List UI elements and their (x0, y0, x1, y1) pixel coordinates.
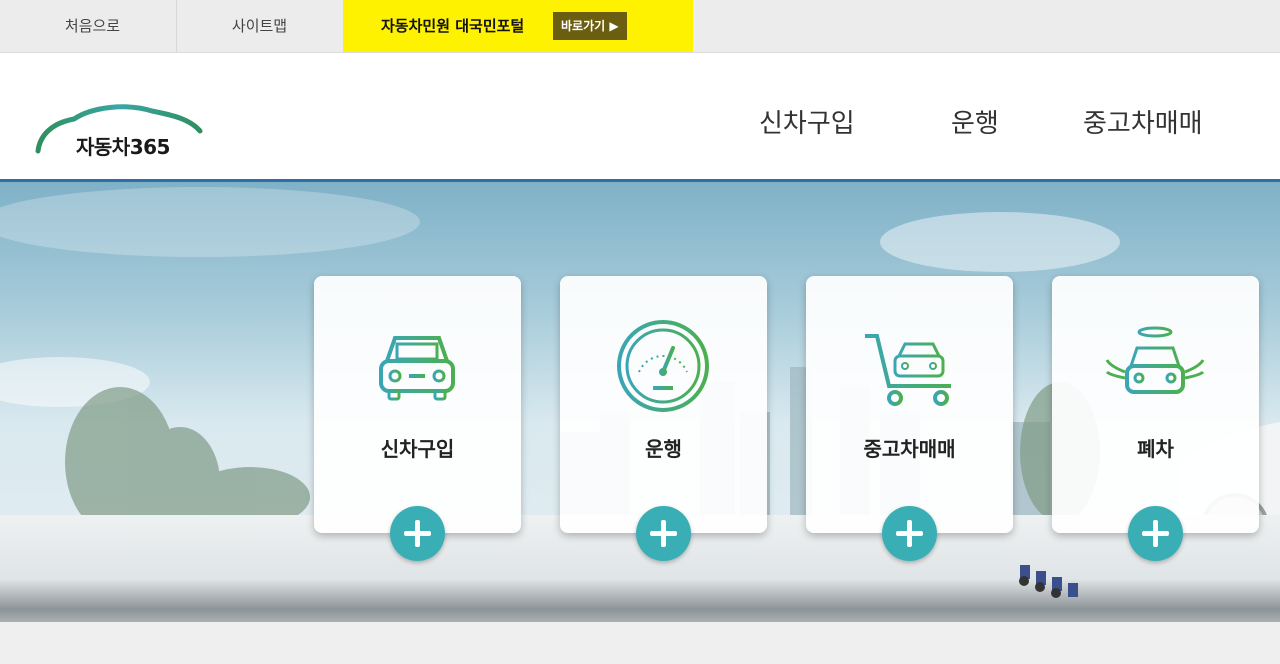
card-label: 중고차매매 (863, 437, 956, 461)
plus-icon[interactable] (882, 506, 937, 561)
people-figures-image (1019, 565, 1078, 598)
card-label: 신차구입 (380, 437, 455, 461)
nav-used-car[interactable]: 중고차매매 (1083, 103, 1203, 140)
hero-banner: 신차구입 운행 중고차매매 폐차 (0, 182, 1280, 622)
sitemap-link[interactable]: 사이트맵 (176, 0, 344, 52)
portal-label: 자동차민원 대국민포털 (381, 17, 525, 35)
nav-new-car[interactable]: 신차구입 (759, 103, 855, 140)
card-scrap-car[interactable]: 폐차 (1052, 276, 1259, 561)
plus-icon[interactable] (1128, 506, 1183, 561)
card-label: 운행 (645, 437, 682, 461)
card-label: 폐차 (1137, 437, 1174, 461)
card-driving[interactable]: 운행 (560, 276, 767, 561)
new-car-icon (373, 336, 461, 401)
portal-banner-link[interactable]: 자동차민원 대국민포털 바로가기 ▶ (343, 0, 693, 52)
top-utility-bar: 처음으로 사이트맵 자동차민원 대국민포털 바로가기 ▶ (0, 0, 1280, 53)
site-logo[interactable]: 자동차365 (34, 101, 204, 161)
plus-icon[interactable] (636, 506, 691, 561)
cart-car-icon (865, 334, 951, 406)
speedometer-icon (617, 320, 709, 412)
page-bottom-area (0, 622, 1280, 664)
card-new-car[interactable]: 신차구입 (314, 276, 521, 561)
portal-go-button[interactable]: 바로가기 ▶ (553, 12, 627, 40)
card-used-car[interactable]: 중고차매매 (806, 276, 1013, 561)
nav-driving[interactable]: 운행 (951, 103, 999, 140)
plus-icon[interactable] (390, 506, 445, 561)
logo-text: 자동차365 (76, 135, 170, 159)
angel-car-icon (1105, 326, 1205, 394)
site-header: 자동차365 신차구입 운행 중고차매매 (0, 53, 1280, 182)
home-link[interactable]: 처음으로 (9, 0, 177, 52)
